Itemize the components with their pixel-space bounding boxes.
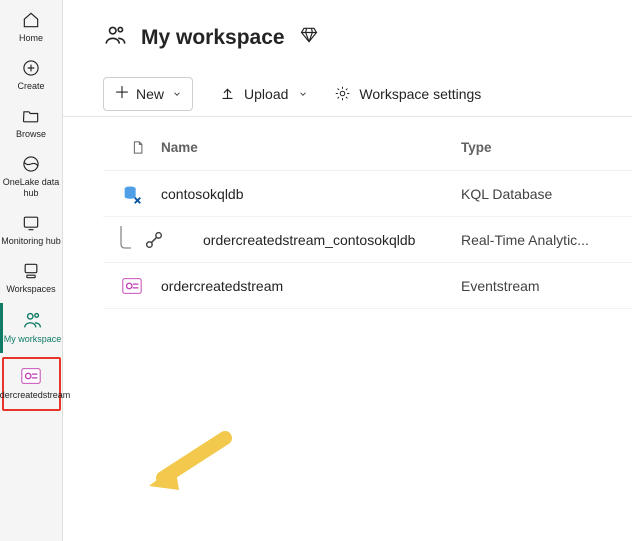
upload-button-label: Upload — [244, 86, 288, 102]
plus-icon: ＋ — [114, 86, 130, 102]
main-content: My workspace ＋ New Upload Workspace — [63, 0, 632, 541]
item-type: Real-Time Analytic... — [461, 232, 632, 248]
nav-item-monitoring[interactable]: Monitoring hub — [0, 207, 63, 255]
diamond-icon[interactable] — [299, 25, 319, 50]
workspace-settings-label: Workspace settings — [359, 86, 481, 102]
eventstream-icon — [20, 365, 42, 387]
globe-icon — [21, 154, 41, 174]
table-row[interactable]: ordercreatedstream_contosokqldb Real-Tim… — [103, 217, 632, 263]
nav-item-create[interactable]: Create — [0, 52, 63, 100]
item-icon-cell — [103, 226, 161, 254]
item-type: KQL Database — [461, 186, 632, 202]
table-body: contosokqldb KQL Database ordercreatedst… — [103, 171, 632, 309]
table-row[interactable]: contosokqldb KQL Database — [103, 171, 632, 217]
table-header: Name Type — [103, 117, 632, 171]
people-icon — [22, 309, 44, 331]
item-name: contosokqldb — [161, 186, 461, 202]
column-header-type[interactable]: Type — [461, 140, 632, 155]
nav-item-workspaces[interactable]: Workspaces — [0, 255, 63, 303]
table-row[interactable]: ordercreatedstream Eventstream — [103, 263, 632, 309]
plus-circle-icon — [21, 58, 41, 78]
workspaces-icon — [21, 261, 41, 281]
chevron-down-icon — [298, 86, 308, 102]
kql-database-icon — [121, 183, 143, 205]
nav-item-onelake[interactable]: OneLake data hub — [0, 148, 63, 207]
item-icon-cell — [103, 183, 161, 205]
workspace-toolbar: ＋ New Upload Workspace settings — [63, 71, 632, 117]
nav-item-label: Monitoring hub — [1, 236, 61, 247]
column-header-icon[interactable] — [103, 139, 161, 156]
upload-icon — [219, 85, 236, 102]
new-button[interactable]: ＋ New — [103, 77, 193, 111]
home-icon — [21, 10, 41, 30]
stream-link-icon — [143, 229, 165, 251]
eventstream-icon — [121, 275, 143, 297]
page-title: My workspace — [141, 26, 285, 50]
left-nav-rail: Home Create Browse OneLake data hub Moni… — [0, 0, 63, 541]
upload-button[interactable]: Upload — [219, 85, 308, 102]
gear-icon — [334, 85, 351, 102]
nav-item-home[interactable]: Home — [0, 4, 63, 52]
workspace-settings-button[interactable]: Workspace settings — [334, 85, 481, 102]
chevron-down-icon — [172, 86, 182, 102]
items-table: Name Type contosokqldb KQL Database — [63, 117, 632, 309]
column-header-name[interactable]: Name — [161, 140, 461, 155]
nav-item-label: ordercreatedstream — [0, 390, 70, 401]
item-type: Eventstream — [461, 278, 632, 294]
monitor-icon — [21, 213, 41, 233]
workspace-header: My workspace — [63, 22, 632, 71]
nav-item-my-workspace[interactable]: My workspace — [0, 303, 63, 353]
annotation-arrow — [145, 430, 235, 500]
nav-item-browse[interactable]: Browse — [0, 100, 63, 148]
folder-icon — [21, 106, 41, 126]
nav-item-label: Create — [17, 81, 44, 92]
nav-item-label: Home — [19, 33, 43, 44]
nav-item-label: My workspace — [4, 334, 62, 345]
item-name: ordercreatedstream — [161, 278, 461, 294]
nav-item-label: Workspaces — [6, 284, 55, 295]
people-icon — [103, 22, 129, 53]
nav-item-ordercreatedstream[interactable]: ordercreatedstream — [2, 357, 61, 411]
nav-item-label: OneLake data hub — [0, 177, 63, 199]
new-button-label: New — [136, 86, 164, 102]
nav-item-label: Browse — [16, 129, 46, 140]
item-icon-cell — [103, 275, 161, 297]
item-name: ordercreatedstream_contosokqldb — [161, 232, 461, 248]
tree-connector-icon — [117, 226, 133, 254]
